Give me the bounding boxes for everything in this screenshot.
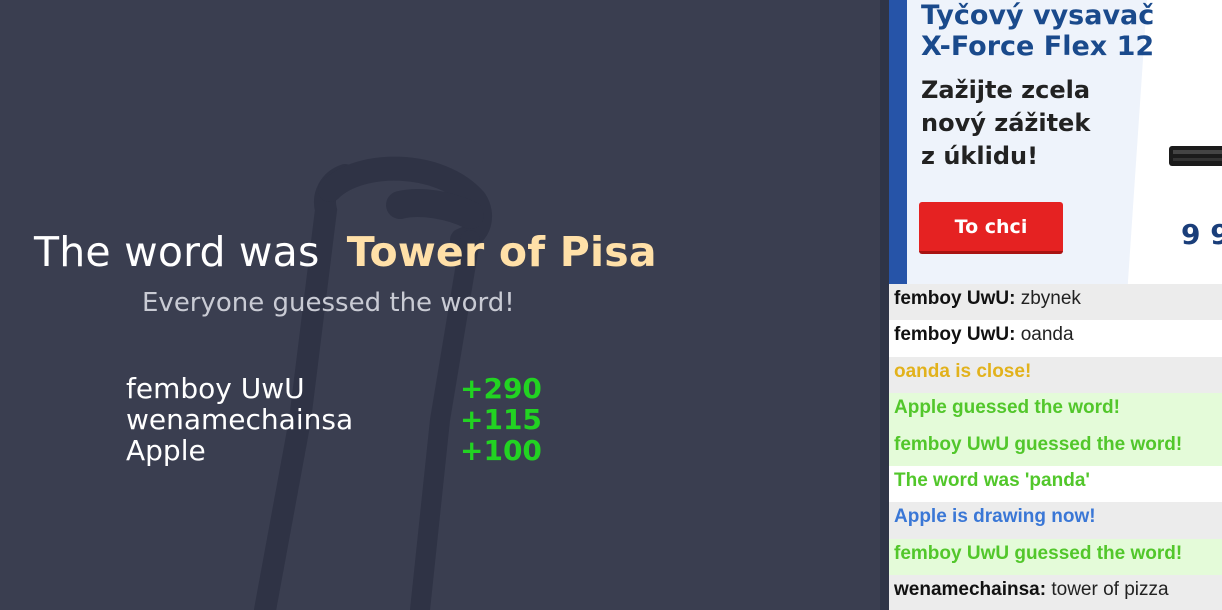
advertisement-banner[interactable]: Tyčový vysavač X-Force Flex 12 Zažijte z… xyxy=(889,0,1222,284)
player-points: +290 xyxy=(460,372,542,405)
message-text: femboy UwU guessed the word! xyxy=(894,542,1183,564)
revealed-word: Tower of Pisa xyxy=(346,228,657,276)
message-sender: wenamechainsa: xyxy=(894,579,1047,601)
message-text: The word was 'panda' xyxy=(894,469,1090,491)
ad-text-line: Zažijte zcela xyxy=(921,76,1091,104)
ad-headline-line: Tyčový vysavač xyxy=(921,0,1155,31)
chat-message: wenamechainsa: tower of pizza xyxy=(889,575,1222,610)
chat-message-word-reveal: The word was 'panda' xyxy=(889,466,1222,502)
message-text: zbynek xyxy=(1020,288,1081,309)
word-reveal-prefix: The word was xyxy=(34,228,320,276)
message-sender: femboy UwU: xyxy=(894,324,1016,346)
player-name: femboy UwU xyxy=(126,372,305,405)
word-reveal-title: The word was Tower of Pisa xyxy=(34,228,657,276)
ad-cta-button[interactable]: To chci xyxy=(919,202,1063,254)
chat-message: femboy UwU: oanda xyxy=(889,320,1222,356)
player-points: +100 xyxy=(460,434,542,467)
player-points: +115 xyxy=(460,403,542,436)
chat-panel: femboy UwU: zbynek femboy UwU: oanda oan… xyxy=(889,284,1222,610)
round-scores: femboy UwU +290 wenamechainsa +115 Apple… xyxy=(126,372,546,467)
chat-message-drawing: Apple is drawing now! xyxy=(889,502,1222,539)
score-row: Apple +100 xyxy=(126,434,546,467)
player-name: Apple xyxy=(126,434,206,467)
chat-message-close: oanda is close! xyxy=(889,356,1222,394)
chat-message-guess: femboy UwU guessed the word! xyxy=(889,429,1222,466)
ad-stripe xyxy=(889,0,907,284)
drawing-canvas[interactable]: The word was Tower of Pisa Everyone gues… xyxy=(0,0,880,610)
ad-text-line: nový zážitek xyxy=(921,109,1091,137)
message-text: Apple guessed the word! xyxy=(894,397,1120,419)
ad-headline: Tyčový vysavač X-Force Flex 12 xyxy=(921,0,1154,62)
ad-text-line: z úklidu! xyxy=(921,142,1039,170)
player-name: wenamechainsa xyxy=(126,403,354,436)
message-text: tower of pizza xyxy=(1051,579,1169,601)
message-text: Apple is drawing now! xyxy=(894,506,1096,528)
score-row: femboy UwU +290 xyxy=(126,372,546,405)
message-text: oanda xyxy=(1020,324,1074,346)
panel-separator xyxy=(880,0,889,610)
vacuum-product-image xyxy=(1169,146,1222,166)
ad-text: Zažijte zcela nový zážitek z úklidu! xyxy=(921,74,1090,173)
message-text: femboy UwU guessed the word! xyxy=(894,433,1183,455)
ad-price: 9 9 xyxy=(1181,218,1222,251)
chat-message: femboy UwU: zbynek xyxy=(889,284,1222,321)
round-result-subtitle: Everyone guessed the word! xyxy=(142,288,515,318)
message-sender: femboy UwU: xyxy=(894,288,1016,309)
message-text: oanda is close! xyxy=(894,360,1032,382)
chat-message-guess: femboy UwU guessed the word! xyxy=(889,538,1222,576)
chat-message-guess: Apple guessed the word! xyxy=(889,393,1222,430)
score-row: wenamechainsa +115 xyxy=(126,403,546,436)
ad-headline-line: X-Force Flex 12 xyxy=(921,31,1155,62)
